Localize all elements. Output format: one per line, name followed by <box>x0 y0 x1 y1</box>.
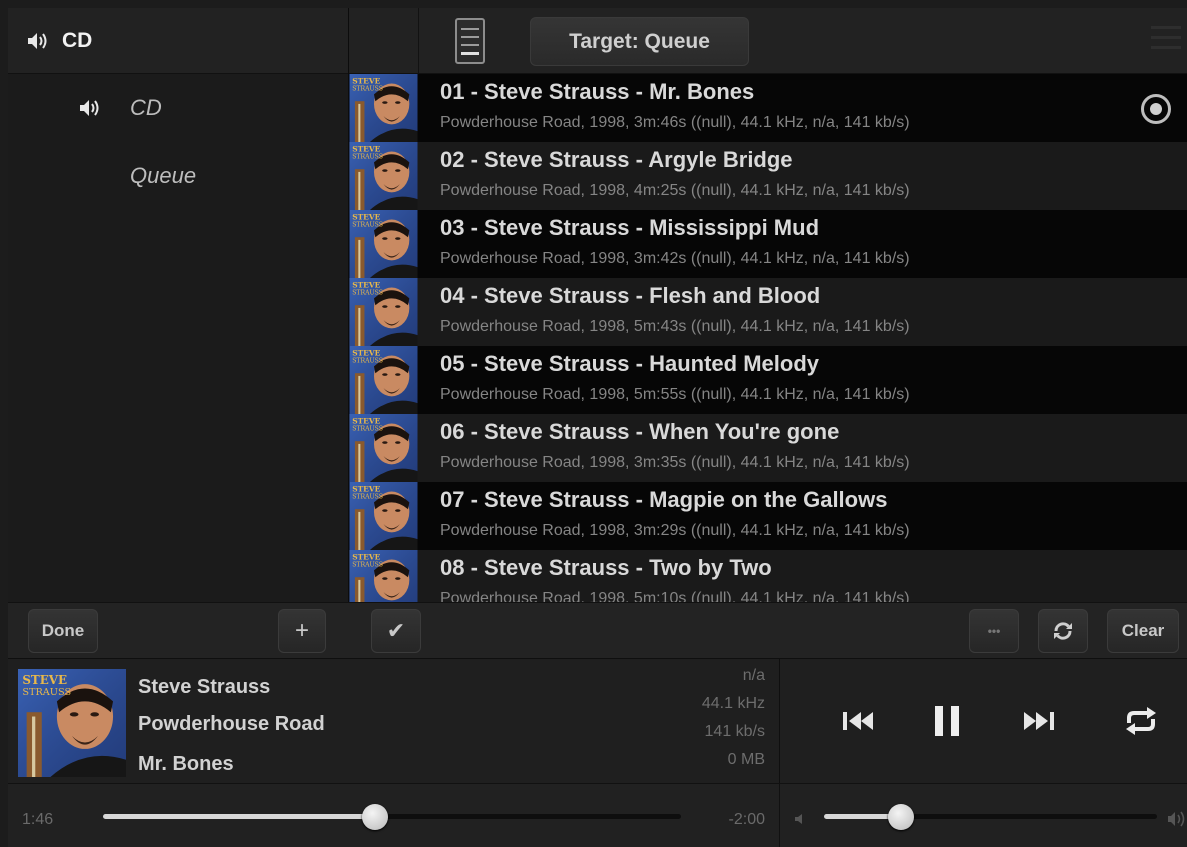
source-item-label: Queue <box>130 163 197 188</box>
remaining-time: -2:00 <box>728 811 765 828</box>
next-track-icon <box>1024 712 1054 730</box>
done-button[interactable]: Done <box>28 609 98 653</box>
queue-list-icon[interactable] <box>455 18 485 64</box>
track-row[interactable]: 08 - Steve Strauss - Two by Two Powderho… <box>349 550 1187 602</box>
queue-toolbar: ✔ ••• Clear <box>349 602 1187 658</box>
track-details: Powderhouse Road, 1998, 3m:46s ((null), … <box>440 114 910 131</box>
track-list: 01 - Steve Strauss - Mr. Bones Powderhou… <box>349 74 1187 602</box>
track-row[interactable]: 03 - Steve Strauss - Mississippi Mud Pow… <box>349 210 1187 278</box>
clear-button[interactable]: Clear <box>1107 609 1179 653</box>
app-window: CD CD Queue Done + Target: Queue 01 - St… <box>8 8 1187 847</box>
player-divider <box>779 659 780 784</box>
repeat-button[interactable] <box>1119 701 1163 741</box>
source-header-title: CD <box>62 28 93 52</box>
source-panel: CD CD Queue Done + <box>8 8 349 658</box>
meta-bitrate: 141 kb/s <box>704 723 765 740</box>
album-art-thumbnail <box>349 414 418 482</box>
volume-high-icon <box>1168 811 1185 827</box>
pause-icon <box>935 706 959 736</box>
source-item-cd[interactable]: CD <box>8 74 348 142</box>
meta-filesize: 0 MB <box>727 751 765 768</box>
more-options-button[interactable]: ••• <box>969 609 1019 653</box>
track-details: Powderhouse Road, 1998, 5m:55s ((null), … <box>440 386 910 403</box>
track-details: Powderhouse Road, 1998, 5m:10s ((null), … <box>440 590 910 602</box>
track-title: 07 - Steve Strauss - Magpie on the Gallo… <box>440 487 888 512</box>
track-row[interactable]: 07 - Steve Strauss - Magpie on the Gallo… <box>349 482 1187 550</box>
track-details: Powderhouse Road, 1998, 3m:42s ((null), … <box>440 250 910 267</box>
refresh-icon <box>1054 622 1072 640</box>
track-row[interactable]: 05 - Steve Strauss - Haunted Melody Powd… <box>349 346 1187 414</box>
track-title: 01 - Steve Strauss - Mr. Bones <box>440 79 755 104</box>
source-header: CD <box>8 8 348 74</box>
track-title: 05 - Steve Strauss - Haunted Melody <box>440 351 819 376</box>
previous-track-icon <box>843 712 873 730</box>
album-art-thumbnail <box>349 74 418 142</box>
add-source-button[interactable]: + <box>278 609 326 653</box>
album-art-thumbnail <box>349 142 418 210</box>
target-queue-button[interactable]: Target: Queue <box>530 17 749 66</box>
track-title: 03 - Steve Strauss - Mississippi Mud <box>440 215 820 240</box>
track-row[interactable]: 02 - Steve Strauss - Argyle Bridge Powde… <box>349 142 1187 210</box>
volume-slider-thumb[interactable] <box>887 804 914 830</box>
track-details: Powderhouse Road, 1998, 3m:29s ((null), … <box>440 522 910 539</box>
album-art-thumbnail <box>349 278 418 346</box>
speaker-icon <box>78 98 102 118</box>
track-row[interactable]: 06 - Steve Strauss - When You're gone Po… <box>349 414 1187 482</box>
meta-samplerate: 44.1 kHz <box>701 695 765 712</box>
pause-button[interactable] <box>925 701 969 741</box>
speaker-icon <box>26 31 50 51</box>
album-art-thumbnail <box>349 482 418 550</box>
transport-sliders: 1:46 -2:00 <box>8 783 1187 847</box>
now-playing-bar: Steve Strauss Powderhouse Road Mr. Bones… <box>8 658 1187 784</box>
header-divider <box>418 8 419 74</box>
select-check-button[interactable]: ✔ <box>371 609 421 653</box>
menu-icon[interactable] <box>1151 26 1181 54</box>
source-toolbar: Done + <box>8 602 349 658</box>
track-title: 06 - Steve Strauss - When You're gone <box>440 419 840 444</box>
seek-progress-fill <box>103 814 375 819</box>
repeat-icon <box>1126 707 1156 735</box>
now-playing-track: Mr. Bones <box>138 753 234 775</box>
album-art-thumbnail <box>349 210 418 278</box>
album-art-thumbnail <box>349 346 418 414</box>
refresh-button[interactable] <box>1038 609 1088 653</box>
meta-bitdepth: n/a <box>742 667 765 684</box>
source-item-queue[interactable]: Queue <box>8 142 348 210</box>
album-cover <box>18 669 126 777</box>
volume-low-icon <box>795 814 802 824</box>
now-playing-indicator-icon <box>1141 94 1171 124</box>
queue-header: Target: Queue <box>349 8 1187 74</box>
track-row[interactable]: 01 - Steve Strauss - Mr. Bones Powderhou… <box>349 74 1187 142</box>
track-details: Powderhouse Road, 1998, 3m:35s ((null), … <box>440 454 910 471</box>
source-item-label: CD <box>130 95 162 120</box>
elapsed-time: 1:46 <box>22 811 54 828</box>
track-details: Powderhouse Road, 1998, 4m:25s ((null), … <box>440 182 910 199</box>
track-details: Powderhouse Road, 1998, 5m:43s ((null), … <box>440 318 910 335</box>
track-title: 02 - Steve Strauss - Argyle Bridge <box>440 147 793 172</box>
seek-divider <box>779 784 780 847</box>
next-track-button[interactable] <box>1016 701 1060 741</box>
previous-track-button[interactable] <box>837 701 881 741</box>
album-art-thumbnail <box>349 550 418 602</box>
track-title: 08 - Steve Strauss - Two by Two <box>440 555 772 580</box>
now-playing-artist: Steve Strauss <box>138 676 271 698</box>
queue-panel: Target: Queue 01 - Steve Strauss - Mr. B… <box>349 8 1187 658</box>
seek-slider-thumb[interactable] <box>361 804 388 830</box>
now-playing-album: Powderhouse Road <box>138 713 325 735</box>
track-row[interactable]: 04 - Steve Strauss - Flesh and Blood Pow… <box>349 278 1187 346</box>
track-title: 04 - Steve Strauss - Flesh and Blood <box>440 283 821 308</box>
